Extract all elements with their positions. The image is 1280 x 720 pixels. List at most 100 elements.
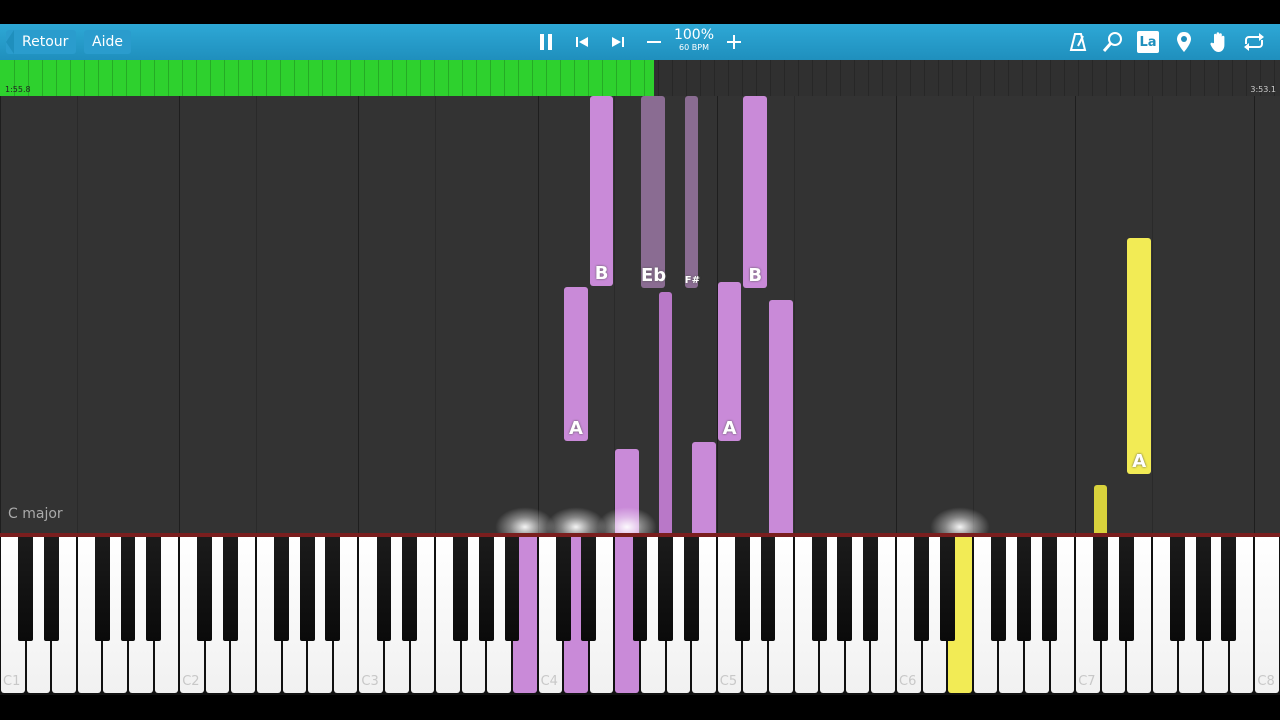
progress-tick: [238, 60, 239, 96]
progress-tick: [994, 60, 995, 96]
progress-tick: [266, 60, 267, 96]
progress-tick: [252, 60, 253, 96]
falling-note: [659, 292, 673, 533]
black-key-G#1[interactable]: [120, 537, 136, 641]
back-button[interactable]: Retour: [6, 30, 77, 54]
black-key-G#7[interactable]: [1195, 537, 1211, 641]
black-key-F#1[interactable]: [94, 537, 110, 641]
hands-button[interactable]: [1207, 30, 1231, 54]
black-key-G#2[interactable]: [299, 537, 315, 641]
progress-tick: [98, 60, 99, 96]
progress-tick: [56, 60, 57, 96]
black-key-G#5[interactable]: [837, 537, 853, 641]
falling-note: [692, 442, 716, 533]
progress-tick: [1246, 60, 1247, 96]
black-key-A#7[interactable]: [1221, 537, 1237, 641]
black-key-A#3[interactable]: [504, 537, 520, 641]
falling-note: A: [564, 287, 588, 441]
black-key-D#4[interactable]: [581, 537, 597, 641]
note-label: A: [722, 418, 737, 439]
black-key-D#1[interactable]: [43, 537, 59, 641]
tempo-decrease-button[interactable]: [642, 30, 666, 54]
help-button[interactable]: Aide: [84, 30, 131, 54]
black-key-G#3[interactable]: [478, 537, 494, 641]
black-key-C#4[interactable]: [555, 537, 571, 641]
black-key-C#1[interactable]: [18, 537, 34, 641]
progress-tick: [1050, 60, 1051, 96]
next-button[interactable]: [606, 30, 630, 54]
roll-grid-line: [794, 96, 795, 533]
progress-tick: [196, 60, 197, 96]
progress-tick: [490, 60, 491, 96]
progress-tick: [84, 60, 85, 96]
progress-tick: [854, 60, 855, 96]
black-key-F#7[interactable]: [1170, 537, 1186, 641]
tempo-increase-button[interactable]: [722, 30, 746, 54]
note-names-button[interactable]: La: [1137, 31, 1159, 53]
black-key-C#7[interactable]: [1093, 537, 1109, 641]
tempo-percent: 100%: [673, 27, 715, 43]
progress-tick: [462, 60, 463, 96]
progress-tick: [756, 60, 757, 96]
previous-button[interactable]: [570, 30, 594, 54]
song-progress-bar[interactable]: 1:55.8 3:53.1: [0, 60, 1280, 96]
roll-grid-line: [538, 96, 539, 533]
progress-tick: [1120, 60, 1121, 96]
black-key-D#3[interactable]: [402, 537, 418, 641]
black-key-D#5[interactable]: [760, 537, 776, 641]
progress-tick: [1036, 60, 1037, 96]
white-key-C8[interactable]: C8: [1255, 537, 1279, 693]
markers-button[interactable]: [1172, 30, 1196, 54]
black-key-G#6[interactable]: [1016, 537, 1032, 641]
roll-grid-line: [973, 96, 974, 533]
progress-tick: [966, 60, 967, 96]
progress-tick: [210, 60, 211, 96]
metronome-icon: [1069, 33, 1087, 51]
progress-tick: [1022, 60, 1023, 96]
black-key-A#1[interactable]: [146, 537, 162, 641]
black-key-F#3[interactable]: [453, 537, 469, 641]
progress-tick: [1190, 60, 1191, 96]
black-key-A#2[interactable]: [325, 537, 341, 641]
octave-label: C5: [719, 674, 738, 689]
loop-icon: [1244, 33, 1264, 51]
falling-note: Eb: [641, 96, 667, 288]
black-key-C#3[interactable]: [376, 537, 392, 641]
black-key-F#2[interactable]: [274, 537, 290, 641]
black-key-D#2[interactable]: [222, 537, 238, 641]
progress-tick: [126, 60, 127, 96]
octave-label: C8: [1257, 674, 1275, 689]
pause-button[interactable]: [534, 30, 558, 54]
roll-grid-line: [896, 96, 897, 533]
progress-tick: [448, 60, 449, 96]
loop-button[interactable]: [1242, 30, 1266, 54]
black-key-G#4[interactable]: [658, 537, 674, 641]
black-key-D#7[interactable]: [1118, 537, 1134, 641]
black-key-D#6[interactable]: [939, 537, 955, 641]
black-key-A#5[interactable]: [862, 537, 878, 641]
progress-tick: [812, 60, 813, 96]
piano-keyboard: C1 C2 C3 C4 C5 C6 C7 C8: [0, 537, 1280, 695]
progress-tick: [322, 60, 323, 96]
octave-label: C4: [540, 674, 558, 689]
black-key-F#5[interactable]: [811, 537, 827, 641]
falling-note: F#: [1094, 485, 1108, 533]
black-key-F#6[interactable]: [990, 537, 1006, 641]
progress-tick: [560, 60, 561, 96]
black-key-C#6[interactable]: [914, 537, 930, 641]
black-key-A#6[interactable]: [1042, 537, 1058, 641]
progress-tick: [308, 60, 309, 96]
black-key-F#4[interactable]: [632, 537, 648, 641]
black-key-C#5[interactable]: [734, 537, 750, 641]
falling-note: A: [1127, 238, 1151, 474]
zoom-button[interactable]: [1101, 30, 1125, 54]
black-key-C#2[interactable]: [197, 537, 213, 641]
black-key-A#4[interactable]: [683, 537, 699, 641]
octave-label: C6: [899, 674, 917, 689]
progress-tick: [364, 60, 365, 96]
metronome-button[interactable]: [1066, 30, 1090, 54]
note-label: Eb: [641, 265, 667, 286]
progress-tick: [1092, 60, 1093, 96]
progress-tick: [700, 60, 701, 96]
progress-tick: [868, 60, 869, 96]
